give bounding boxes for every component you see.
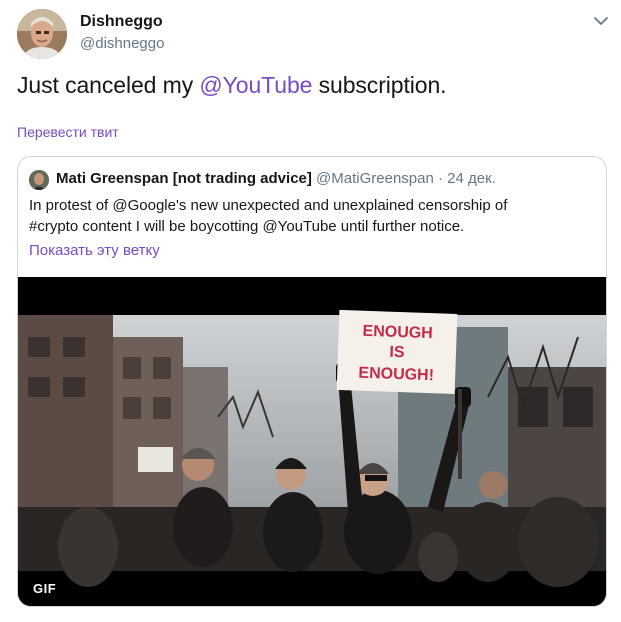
sign-line: ENOUGH <box>362 323 433 342</box>
author-handle[interactable]: @dishneggo <box>80 35 164 52</box>
translate-tweet-link[interactable]: Перевести твит <box>17 124 119 140</box>
sign-line: ENOUGH! <box>358 365 434 385</box>
protest-gif-image: ENOUGH IS ENOUGH! <box>18 277 606 606</box>
quoted-text-line: In protest of @Google's new unexpected a… <box>29 197 508 214</box>
quoted-tweet[interactable]: Mati Greenspan [not trading advice] @Mat… <box>17 156 607 607</box>
quoted-header: Mati Greenspan [not trading advice] @Mat… <box>56 170 496 187</box>
quoted-text: In protest of @Google's new unexpected a… <box>29 195 589 237</box>
show-thread-link[interactable]: Показать эту ветку <box>29 242 160 259</box>
quoted-author-name[interactable]: Mati Greenspan [not trading advice] <box>56 170 312 187</box>
tweet-text-before: Just canceled my <box>17 72 200 98</box>
tweet-text-after: subscription. <box>312 72 447 98</box>
chevron-down-icon[interactable] <box>592 12 610 30</box>
quoted-avatar[interactable] <box>29 170 49 190</box>
avatar-photo <box>17 9 67 59</box>
tweet-text: Just canceled my @YouTube subscription. <box>17 72 447 99</box>
gif-media[interactable]: ENOUGH IS ENOUGH! GIF <box>18 277 606 606</box>
quoted-avatar-photo <box>29 170 49 190</box>
author-name[interactable]: Dishneggo <box>80 13 163 31</box>
avatar[interactable] <box>17 9 67 59</box>
sign-line: IS <box>389 344 405 362</box>
quoted-author-handle[interactable]: @MatiGreenspan <box>316 170 434 187</box>
quoted-date[interactable]: 24 дек. <box>447 170 496 187</box>
mention-link[interactable]: @YouTube <box>199 72 312 98</box>
gif-badge: GIF <box>27 578 63 599</box>
header-separator: · <box>438 170 443 187</box>
quoted-text-line: #crypto content I will be boycotting @Yo… <box>29 218 465 235</box>
